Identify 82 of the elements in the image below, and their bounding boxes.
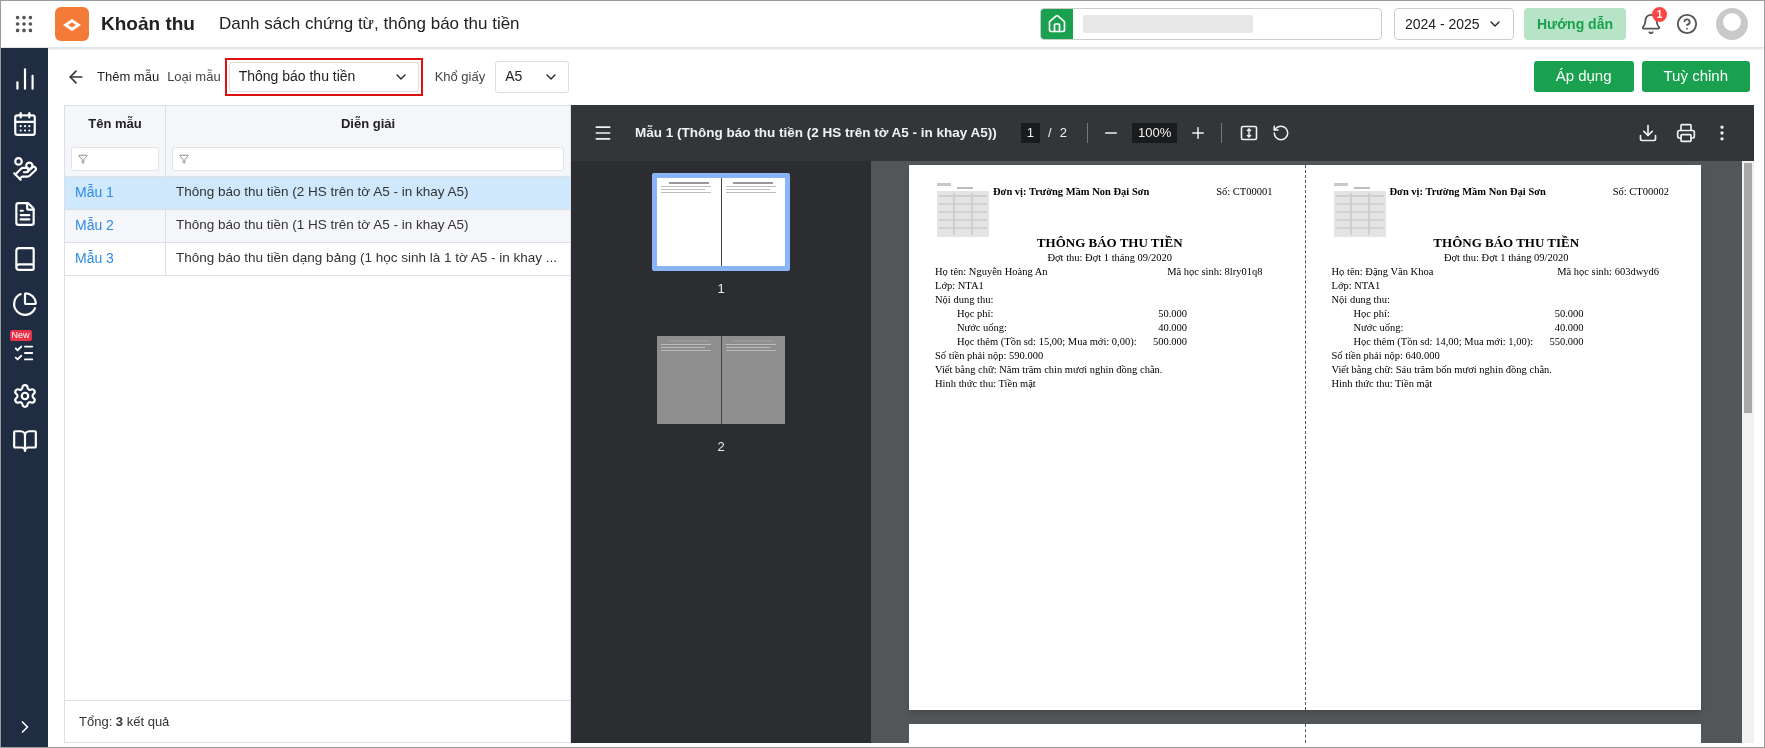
open-book-icon[interactable] bbox=[11, 428, 38, 454]
pie-chart-icon[interactable] bbox=[11, 291, 38, 317]
column-header: Diễn giải bbox=[340, 115, 396, 133]
student-code: Mã học sinh: 8lry01q8 bbox=[1167, 265, 1263, 279]
page-separator: / bbox=[1048, 124, 1052, 143]
column-filter-field[interactable] bbox=[172, 146, 564, 171]
notice-title: THÔNG BÁO THU TIỀN bbox=[1036, 235, 1183, 251]
fee-amount: 50.000 bbox=[1158, 307, 1187, 321]
unit-name: Đơn vị: Trường Mầm Non Đại Sơn bbox=[1389, 185, 1546, 199]
document-title: Mẫu 1 (Thông báo thu tiền (2 HS trên tờ A5 - in khay A5)) bbox=[635, 123, 997, 142]
hand-coins-icon[interactable] bbox=[11, 156, 38, 182]
new-badge: New bbox=[9, 330, 32, 341]
page-number-field[interactable]: 1 bbox=[1020, 123, 1041, 143]
total-amount: Số tiền phải nộp: 590.000 bbox=[935, 349, 1044, 363]
fee-label: Học thêm (Tồn sd: 14,00; Mua mới: 1,00): bbox=[1353, 335, 1534, 349]
fee-label: Học thêm (Tồn sd: 15,00; Mua mới: 0,00): bbox=[957, 335, 1137, 349]
fit-page-icon[interactable] bbox=[1240, 124, 1259, 142]
school-field[interactable] bbox=[1039, 8, 1382, 40]
amount-in-words: Viết bằng chữ: Sáu trăm bốn mươi nghin đồng chẵn. bbox=[1331, 363, 1552, 377]
collection-period: Đợt thu: Đợt 1 tháng 09/2020 bbox=[1443, 251, 1569, 265]
table-cell-text: Thông báo thu tiền dạng bảng (1 học sinh là 1 tờ A5 - in khay ... bbox=[175, 249, 558, 268]
notification-badge: 1 bbox=[1652, 7, 1667, 22]
student-name: Họ tên: Nguyễn Hoàng An bbox=[935, 265, 1048, 279]
thumbnail-page-number: 2 bbox=[717, 437, 725, 456]
fee-amount: 50.000 bbox=[1554, 307, 1584, 321]
help-icon[interactable] bbox=[1676, 13, 1698, 35]
table-cell-text: Thông báo thu tiền (2 HS trên tờ A5 - in khay A5) bbox=[175, 183, 469, 202]
page-title: Danh sách chứng từ, thông báo thu tiền bbox=[218, 13, 520, 36]
school-icon bbox=[1046, 14, 1067, 34]
filter-icon bbox=[78, 153, 88, 164]
paper-size-select[interactable]: A5 bbox=[495, 60, 570, 93]
fee-amount: 40.000 bbox=[1158, 321, 1187, 335]
total-amount: Số tiền phải nộp: 640.000 bbox=[1331, 349, 1440, 363]
payment-method: Hinh thức thu: Tiền mặt bbox=[935, 377, 1036, 391]
content-label: Nội dung thu: bbox=[935, 293, 994, 307]
page-count: 2 bbox=[1059, 124, 1067, 143]
table-row[interactable]: Mẫu 3 Thông báo thu tiền dạng bảng (1 học sinh là 1 tờ A5 - in khay ... bbox=[65, 242, 570, 276]
scrollbar-thumb[interactable] bbox=[1744, 163, 1752, 413]
unit-name: Đơn vị: Trường Mầm Non Đại Sơn bbox=[993, 185, 1150, 199]
school-year-select[interactable]: 2024 - 2025 bbox=[1393, 8, 1514, 40]
paper-size-label: Khổ giấy bbox=[434, 67, 486, 86]
content-label: Nội dung thu: bbox=[1331, 293, 1390, 307]
notice-title: THÔNG BÁO THU TIỀN bbox=[1433, 235, 1580, 251]
calendar-icon[interactable] bbox=[11, 111, 38, 137]
add-template-label: Thêm mẫu bbox=[97, 67, 160, 86]
zoom-level-field[interactable]: 100% bbox=[1131, 123, 1178, 143]
fee-amount: 550.000 bbox=[1549, 335, 1584, 349]
class-name: Lớp: NTA1 bbox=[935, 279, 984, 293]
app-name: Khoản thu bbox=[101, 11, 195, 36]
apps-menu-icon[interactable] bbox=[13, 13, 35, 35]
app-logo bbox=[55, 7, 89, 41]
filter-icon bbox=[179, 153, 189, 164]
payment-method: Hinh thức thu: Tiền mặt bbox=[1331, 377, 1433, 391]
table-cell-text: Thông báo thu tiền (1 HS trên tờ A5 - in khay A5) bbox=[175, 216, 469, 235]
fee-amount: 40.000 bbox=[1554, 321, 1584, 335]
thumbnail-page-number: 1 bbox=[717, 280, 725, 298]
settings-icon[interactable] bbox=[11, 383, 38, 409]
rotate-icon[interactable] bbox=[1272, 124, 1291, 142]
fee-label: Nước uống: bbox=[957, 321, 1008, 335]
fee-label: Nước uống: bbox=[1353, 321, 1404, 335]
student-name: Họ tên: Đặng Văn Khoa bbox=[1331, 265, 1434, 279]
table-row[interactable]: Mẫu 1 Thông báo thu tiền (2 HS trên tờ A5 - in khay A5) bbox=[65, 176, 570, 210]
collection-period: Đợt thu: Đợt 1 tháng 09/2020 bbox=[1047, 251, 1173, 265]
result-count: Tổng: 3 kết quả bbox=[79, 712, 170, 731]
page-thumbnail[interactable] bbox=[652, 173, 790, 271]
template-type-label: Loại mẫu bbox=[167, 67, 221, 86]
fee-label: Học phí: bbox=[1353, 307, 1390, 321]
column-header: Tên mẫu bbox=[88, 115, 142, 133]
table-row[interactable]: Mẫu 2 Thông báo thu tiền (1 HS trên tờ A5 - in khay A5) bbox=[65, 209, 570, 243]
template-name-link[interactable]: Mẫu 3 bbox=[75, 248, 114, 269]
document-number: Số: CT00002 bbox=[1612, 185, 1669, 199]
document-number: Số: CT00001 bbox=[1216, 185, 1273, 199]
download-icon[interactable] bbox=[1638, 123, 1658, 143]
column-filter-field[interactable] bbox=[71, 146, 159, 171]
template-type-select[interactable]: Thông báo thu tiền bbox=[228, 61, 419, 92]
print-icon[interactable] bbox=[1676, 123, 1696, 143]
student-code: Mã học sinh: 603dwyd6 bbox=[1557, 265, 1659, 279]
fee-label: Học phí: bbox=[957, 307, 994, 321]
class-name: Lớp: NTA1 bbox=[1331, 279, 1381, 293]
amount-in-words: Viết bằng chữ: Năm trăm chin mươi nghin đồng chẵn. bbox=[935, 363, 1163, 377]
fee-amount: 500.000 bbox=[1152, 335, 1187, 349]
menu-icon[interactable] bbox=[593, 123, 613, 143]
